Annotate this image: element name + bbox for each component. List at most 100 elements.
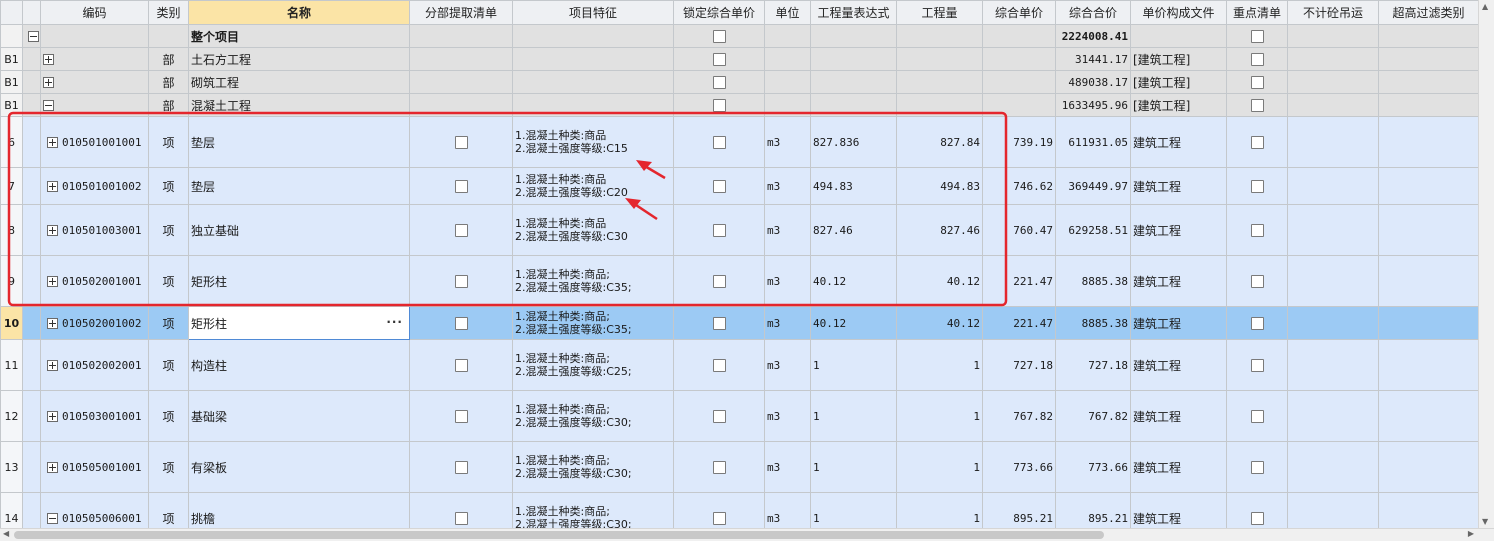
total-price-cell[interactable]: 629258.51 (1055, 204, 1131, 256)
lock-price-cell[interactable] (673, 24, 765, 48)
key-item-cell[interactable] (1226, 116, 1288, 168)
quantity-expression-cell[interactable]: 1 (810, 339, 897, 391)
key-item-cell[interactable] (1226, 24, 1288, 48)
unit-cell[interactable]: m3 (764, 441, 811, 493)
feature-cell[interactable]: 1.混凝土种类:商品; 2.混凝土强度等级:C35; (512, 255, 674, 307)
total-price-cell[interactable]: 369449.97 (1055, 167, 1131, 205)
name-cell[interactable]: 混凝土工程 (188, 93, 410, 117)
type-cell[interactable]: 部 (148, 93, 189, 117)
name-cell[interactable]: 垫层 (188, 167, 410, 205)
quantity-cell[interactable] (896, 47, 983, 71)
lock-price-checkbox[interactable] (712, 30, 726, 43)
key-item-checkbox[interactable] (1250, 317, 1264, 330)
lock-price-checkbox[interactable] (712, 224, 726, 237)
total-price-cell[interactable]: 31441.17 (1055, 47, 1131, 71)
extract-checkbox[interactable] (454, 275, 468, 288)
unit-price-cell[interactable]: 773.66 (982, 441, 1056, 493)
column-header-unit[interactable]: 单位 (764, 0, 811, 25)
price-file-cell[interactable]: 建筑工程 (1130, 339, 1227, 391)
height-filter-cell[interactable] (1378, 492, 1478, 528)
no-hoist-cell[interactable] (1287, 306, 1379, 340)
name-cell[interactable]: 有梁板 (188, 441, 410, 493)
extract-cell[interactable] (409, 47, 513, 71)
type-cell[interactable]: 部 (148, 70, 189, 94)
quantity-cell[interactable] (896, 70, 983, 94)
unit-cell[interactable] (764, 24, 811, 48)
key-item-checkbox[interactable] (1250, 224, 1264, 237)
expand-icon[interactable] (47, 318, 58, 329)
type-cell[interactable]: 项 (148, 339, 189, 391)
lock-price-checkbox[interactable] (712, 53, 726, 66)
key-item-cell[interactable] (1226, 167, 1288, 205)
quantity-expression-cell[interactable]: 827.46 (810, 204, 897, 256)
total-price-cell[interactable]: 8885.38 (1055, 255, 1131, 307)
quantity-cell[interactable]: 1 (896, 441, 983, 493)
feature-cell[interactable]: 1.混凝土种类:商品; 2.混凝土强度等级:C30; (512, 390, 674, 442)
unit-cell[interactable] (764, 93, 811, 117)
lock-price-cell[interactable] (673, 339, 765, 391)
type-cell[interactable]: 项 (148, 116, 189, 168)
feature-cell[interactable]: 1.混凝土种类:商品; 2.混凝土强度等级:C35; (512, 306, 674, 340)
lock-price-cell[interactable] (673, 70, 765, 94)
extract-checkbox[interactable] (454, 512, 468, 525)
height-filter-cell[interactable] (1378, 47, 1478, 71)
quantity-cell[interactable]: 827.84 (896, 116, 983, 168)
extract-cell[interactable] (409, 255, 513, 307)
key-item-checkbox[interactable] (1250, 512, 1264, 525)
code-cell[interactable]: 010502001001 (40, 255, 149, 307)
extract-cell[interactable] (409, 339, 513, 391)
unit-price-cell[interactable]: 221.47 (982, 306, 1056, 340)
no-hoist-cell[interactable] (1287, 47, 1379, 71)
name-cell[interactable]: 基础梁 (188, 390, 410, 442)
quantity-cell[interactable]: 1 (896, 492, 983, 528)
unit-cell[interactable] (764, 47, 811, 71)
table-row[interactable]: 8 010501003001 项独立基础 1.混凝土种类:商品 2.混凝土强度等级:C3… (0, 204, 1478, 256)
expand-icon[interactable] (47, 360, 58, 371)
key-item-cell[interactable] (1226, 255, 1288, 307)
column-header-key_item[interactable]: 重点清单 (1226, 0, 1288, 25)
extract-checkbox[interactable] (454, 359, 468, 372)
extract-checkbox[interactable] (454, 317, 468, 330)
expand-icon[interactable] (47, 276, 58, 287)
column-header-name[interactable]: 名称 (188, 0, 410, 25)
extract-cell[interactable] (409, 441, 513, 493)
height-filter-cell[interactable] (1378, 390, 1478, 442)
extract-checkbox[interactable] (454, 461, 468, 474)
lock-price-checkbox[interactable] (712, 136, 726, 149)
column-header-no_hoist[interactable]: 不计砼吊运 (1287, 0, 1379, 25)
total-price-cell[interactable]: 489038.17 (1055, 70, 1131, 94)
key-item-checkbox[interactable] (1250, 99, 1264, 112)
unit-price-cell[interactable] (982, 93, 1056, 117)
quantity-expression-cell[interactable] (810, 47, 897, 71)
no-hoist-cell[interactable] (1287, 116, 1379, 168)
name-cell[interactable]: 垫层 (188, 116, 410, 168)
expand-icon[interactable] (47, 181, 58, 192)
table-row[interactable]: 9 010502001001 项矩形柱 1.混凝土种类:商品; 2.混凝土强度等级:C3… (0, 255, 1478, 307)
quantity-expression-cell[interactable] (810, 93, 897, 117)
column-header-feature[interactable]: 项目特征 (512, 0, 674, 25)
column-header-qty[interactable]: 工程量 (896, 0, 983, 25)
expand-icon[interactable] (43, 77, 54, 88)
quantity-expression-cell[interactable]: 1 (810, 441, 897, 493)
lock-price-checkbox[interactable] (712, 99, 726, 112)
horizontal-scroll-thumb[interactable] (14, 531, 1104, 539)
total-price-cell[interactable]: 8885.38 (1055, 306, 1131, 340)
code-cell[interactable]: 010505001001 (40, 441, 149, 493)
table-row[interactable]: 整个项目 2224008.41 (0, 24, 1478, 48)
unit-cell[interactable]: m3 (764, 116, 811, 168)
quantity-expression-cell[interactable]: 494.83 (810, 167, 897, 205)
price-file-cell[interactable]: [建筑工程] (1130, 47, 1227, 71)
feature-cell[interactable] (512, 93, 674, 117)
quantity-expression-cell[interactable]: 827.836 (810, 116, 897, 168)
extract-checkbox[interactable] (454, 410, 468, 423)
no-hoist-cell[interactable] (1287, 70, 1379, 94)
table-row[interactable]: B1 部混凝土工程 1633495.96 [建筑工程] (0, 93, 1478, 117)
extract-checkbox[interactable] (454, 180, 468, 193)
code-cell[interactable]: 010501003001 (40, 204, 149, 256)
expand-icon[interactable] (47, 137, 58, 148)
type-cell[interactable]: 项 (148, 492, 189, 528)
height-filter-cell[interactable] (1378, 441, 1478, 493)
key-item-checkbox[interactable] (1250, 410, 1264, 423)
feature-cell[interactable] (512, 24, 674, 48)
feature-cell[interactable]: 1.混凝土种类:商品 2.混凝土强度等级:C15 (512, 116, 674, 168)
